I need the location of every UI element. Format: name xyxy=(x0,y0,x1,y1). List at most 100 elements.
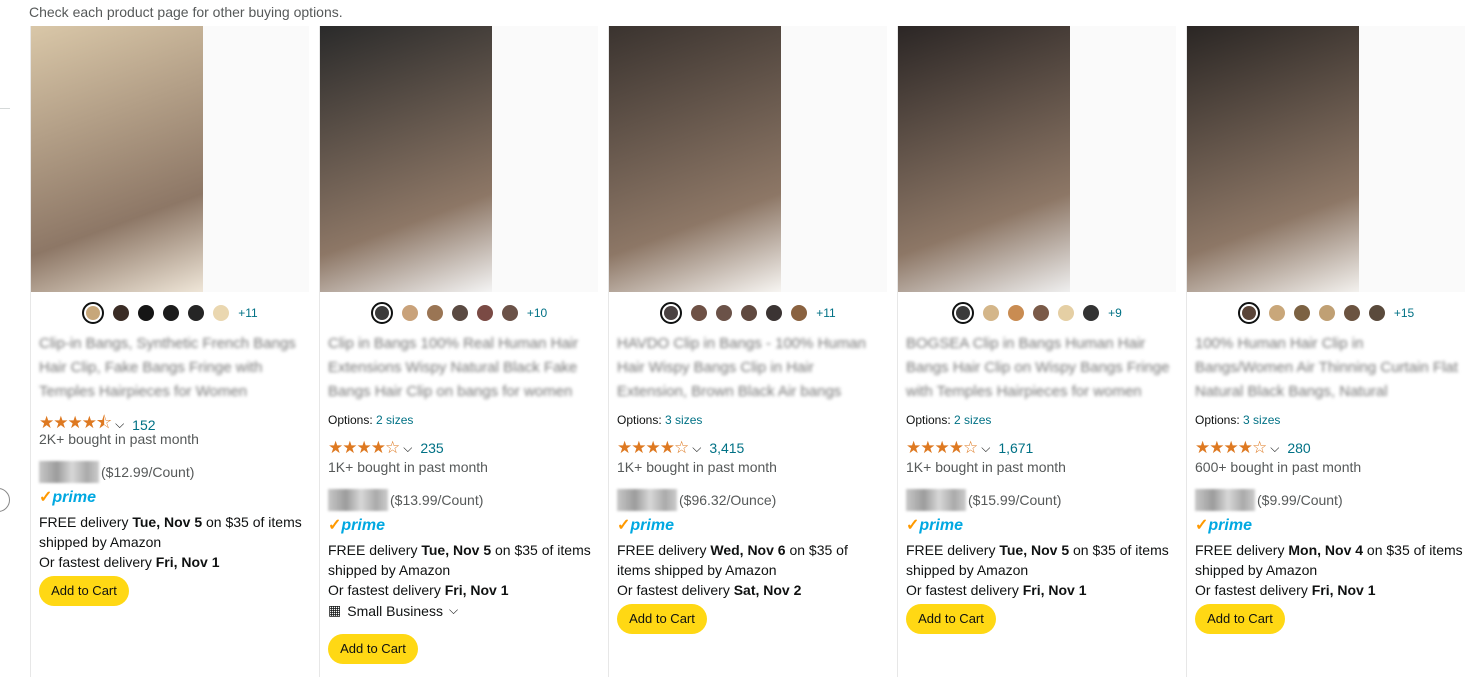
more-colors-link[interactable]: +9 xyxy=(1108,306,1122,320)
color-swatches: +9 xyxy=(898,302,1176,324)
product-image[interactable] xyxy=(1187,26,1465,292)
price-blurred[interactable] xyxy=(906,489,966,511)
color-swatch[interactable] xyxy=(138,305,155,321)
star-rating-icon[interactable]: ★★★★☆ xyxy=(1195,438,1267,458)
color-swatch[interactable] xyxy=(82,302,105,324)
color-variants-photo xyxy=(781,26,887,292)
color-swatch[interactable] xyxy=(476,305,493,321)
product-title[interactable]: BOGSEA Clip in Bangs Human Hair Bangs Ha… xyxy=(906,332,1174,404)
color-swatch[interactable] xyxy=(983,305,1000,321)
color-swatch[interactable] xyxy=(766,305,783,321)
color-swatch[interactable] xyxy=(1237,302,1260,324)
add-to-cart-button[interactable]: Add to Cart xyxy=(39,576,129,606)
product-image[interactable] xyxy=(609,26,887,292)
options-link[interactable]: 3 sizes xyxy=(1243,413,1280,427)
rating-count-link[interactable]: 235 xyxy=(420,440,443,456)
star-rating-icon[interactable]: ★★★★☆ xyxy=(617,438,689,458)
rating-count-link[interactable]: 280 xyxy=(1287,440,1310,456)
rating-row: ★★★★☆ ⌵ 1,671 xyxy=(906,438,1033,458)
color-swatch[interactable] xyxy=(1033,305,1050,321)
price-blurred[interactable] xyxy=(617,489,677,511)
color-swatch[interactable] xyxy=(501,305,518,321)
product-image[interactable] xyxy=(320,26,598,292)
add-to-cart-button[interactable]: Add to Cart xyxy=(906,604,996,634)
color-swatch[interactable] xyxy=(113,305,130,321)
color-swatch[interactable] xyxy=(1368,305,1385,321)
color-swatch[interactable] xyxy=(952,302,975,324)
color-swatch[interactable] xyxy=(370,302,393,324)
color-swatch[interactable] xyxy=(188,305,205,321)
options-link[interactable]: 2 sizes xyxy=(376,413,413,427)
prime-check-icon: ✓ xyxy=(617,517,631,534)
star-rating-icon[interactable]: ★★★★☆ xyxy=(906,438,978,458)
chevron-down-icon[interactable]: ⌵ xyxy=(692,441,701,456)
chevron-down-icon[interactable]: ⌵ xyxy=(981,441,990,456)
star-rating-icon[interactable]: ★★★★☆ xyxy=(328,438,400,458)
product-title[interactable]: Clip in Bangs 100% Real Human Hair Exten… xyxy=(328,332,596,404)
color-swatch[interactable] xyxy=(426,305,443,321)
more-colors-link[interactable]: +11 xyxy=(238,306,257,320)
color-swatch[interactable] xyxy=(1343,305,1360,321)
color-swatch[interactable] xyxy=(741,305,758,321)
delivery-info: FREE delivery Mon, Nov 4 on $35 of items… xyxy=(1195,540,1463,600)
chevron-down-icon[interactable]: ⌵ xyxy=(1270,441,1279,456)
more-colors-link[interactable]: +15 xyxy=(1394,306,1414,320)
prime-badge: ✓prime xyxy=(328,515,385,535)
prime-badge: ✓prime xyxy=(906,515,963,535)
delivery-date: Mon, Nov 4 xyxy=(1288,542,1364,558)
prime-check-icon: ✓ xyxy=(39,489,53,506)
color-swatch[interactable] xyxy=(401,305,418,321)
chevron-down-icon[interactable]: ⌵ xyxy=(403,441,412,456)
add-to-cart-button[interactable]: Add to Cart xyxy=(617,604,707,634)
add-to-cart-button[interactable]: Add to Cart xyxy=(1195,604,1285,634)
color-swatch[interactable] xyxy=(1083,305,1100,321)
add-to-cart-button[interactable]: Add to Cart xyxy=(328,634,418,664)
product-grid: +11 Clip-in Bangs, Synthetic French Bangs… xyxy=(30,26,1477,677)
options-link[interactable]: 3 sizes xyxy=(665,413,702,427)
price-row: ($96.32/Ounce) xyxy=(617,489,776,511)
color-swatch[interactable] xyxy=(716,305,733,321)
product-card: +15 100% Human Hair Clip in Bangs/Women A… xyxy=(1186,26,1468,677)
color-swatch[interactable] xyxy=(1318,305,1335,321)
prime-badge: ✓prime xyxy=(39,487,96,507)
rating-count-link[interactable]: 1,671 xyxy=(998,440,1033,456)
small-business-badge[interactable]: ▦ Small Business ⌵ xyxy=(328,602,458,619)
chevron-down-icon[interactable]: ⌵ xyxy=(115,417,124,432)
product-title[interactable]: HAVDO Clip in Bangs - 100% Human Hair Wi… xyxy=(617,332,885,404)
options-label: Options: xyxy=(328,413,373,427)
model-photo xyxy=(320,26,493,292)
product-title[interactable]: Clip-in Bangs, Synthetic French Bangs Ha… xyxy=(39,332,307,404)
prime-label: prime xyxy=(630,517,674,534)
more-colors-link[interactable]: +10 xyxy=(527,306,547,320)
price-blurred[interactable] xyxy=(39,461,99,483)
color-swatch[interactable] xyxy=(691,305,708,321)
product-card: +10 Clip in Bangs 100% Real Human Hair Ex… xyxy=(319,26,601,677)
product-title[interactable]: 100% Human Hair Clip in Bangs/Women Air … xyxy=(1195,332,1463,404)
color-swatch[interactable] xyxy=(1268,305,1285,321)
price-blurred[interactable] xyxy=(328,489,388,511)
options-link[interactable]: 2 sizes xyxy=(954,413,991,427)
color-swatch[interactable] xyxy=(660,302,683,324)
product-card: +11 HAVDO Clip in Bangs - 100% Human Hair… xyxy=(608,26,890,677)
color-swatch[interactable] xyxy=(1293,305,1310,321)
price-blurred[interactable] xyxy=(1195,489,1255,511)
delivery-date: Wed, Nov 6 xyxy=(710,542,786,558)
bought-in-past-month: 2K+ bought in past month xyxy=(39,431,199,447)
color-swatch[interactable] xyxy=(791,305,808,321)
delivery-prefix: FREE delivery xyxy=(39,514,133,530)
product-image[interactable] xyxy=(31,26,309,292)
carousel-prev-button[interactable] xyxy=(0,488,10,512)
color-swatch[interactable] xyxy=(163,305,180,321)
prime-badge: ✓prime xyxy=(1195,515,1252,535)
color-swatches: +11 xyxy=(31,302,309,324)
unit-price: ($15.99/Count) xyxy=(968,492,1062,508)
price-row: ($15.99/Count) xyxy=(906,489,1061,511)
color-swatch[interactable] xyxy=(451,305,468,321)
rating-count-link[interactable]: 3,415 xyxy=(709,440,744,456)
color-swatch[interactable] xyxy=(1058,305,1075,321)
product-image[interactable] xyxy=(898,26,1176,292)
options-label: Options: xyxy=(906,413,951,427)
color-swatch[interactable] xyxy=(213,305,230,321)
more-colors-link[interactable]: +11 xyxy=(816,306,835,320)
color-swatch[interactable] xyxy=(1008,305,1025,321)
